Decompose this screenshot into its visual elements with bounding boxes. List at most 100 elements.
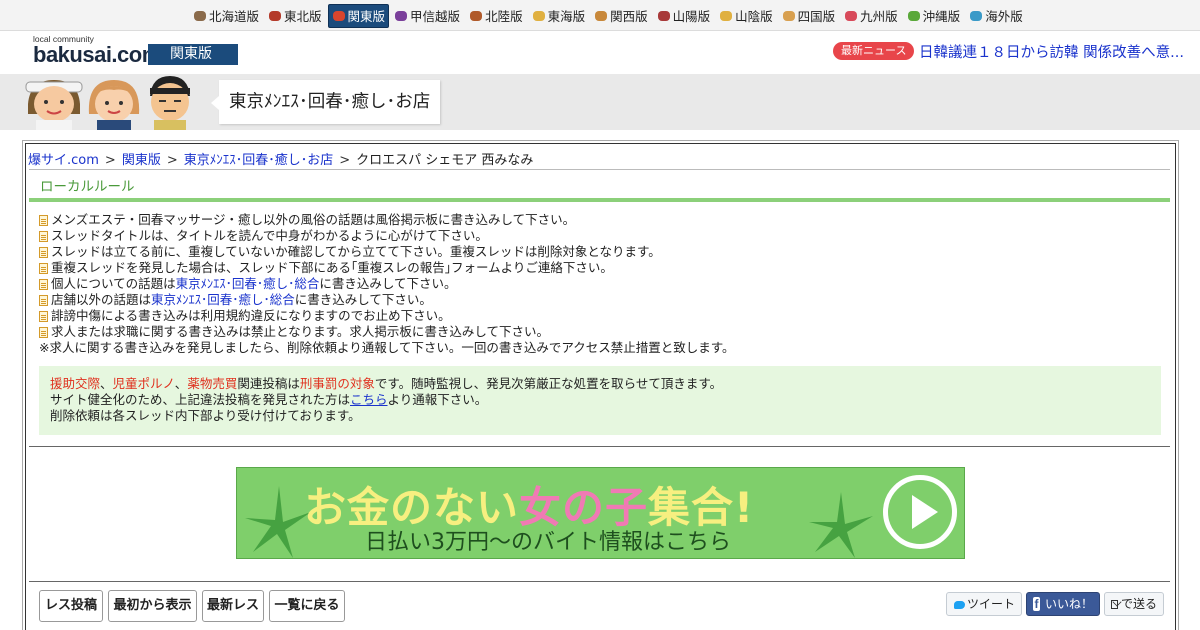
local-rules-list: メンズエステ・回春マッサージ・癒し以外の風俗の話題は風俗掲示板に書き込みして下さ… xyxy=(39,212,734,356)
globe-icon xyxy=(968,8,984,24)
rule-text: 誹謗中傷による書き込みは利用規約違反になりますのでお止め下さい。 xyxy=(51,308,451,323)
notice-keyword: 刑事罰の対象 xyxy=(299,376,375,391)
region-tab-label: 山陽版 xyxy=(672,9,711,24)
divider xyxy=(29,581,1170,582)
post-reply-button[interactable]: レス投稿 xyxy=(39,590,103,622)
region-tab-label: 四国版 xyxy=(797,9,836,24)
breadcrumb-home[interactable]: 爆サイ.com xyxy=(28,153,99,168)
notice-line: 削除依頼は各スレッド内下部より受け付けております。 xyxy=(50,408,361,423)
breadcrumb-separator: > xyxy=(339,153,351,168)
local-rules-title: ローカルルール xyxy=(40,179,135,195)
rule-text: スレッドは立てる前に、重複していないか確認してから立てて下さい。重複スレッドは削… xyxy=(51,244,661,259)
document-icon xyxy=(39,278,48,290)
rule-item: スレッドタイトルは、タイトルを読んで中身がわかるように心がけて下さい。 xyxy=(39,228,734,244)
rule-item: 重複スレッドを発見した場合は、スレッド下部にある｢重複スレの報告｣フォームよりご… xyxy=(39,260,734,276)
rule-board-link[interactable]: 東京ﾒﾝｴｽ･回春･癒し･総合 xyxy=(176,276,320,292)
latest-replies-button[interactable]: 最新レス xyxy=(202,590,264,622)
rule-item: 求人または求職に関する書き込みは禁止となります。求人掲示板に書き込みして下さい。 xyxy=(39,324,734,340)
region-tab[interactable]: 山陰版 xyxy=(716,4,777,28)
report-link[interactable]: こちら xyxy=(350,392,388,407)
facebook-icon: f xyxy=(1033,597,1040,611)
region-tab[interactable]: 関東版 xyxy=(327,3,390,28)
rule-text: 求人または求職に関する書き込みは禁止となります。求人掲示板に書き込みして下さい。 xyxy=(51,324,550,339)
breadcrumb: 爆サイ.com > 関東版 > 東京ﾒﾝｴｽ･回春･癒し･お店 > クロエスパ シェモア 西… xyxy=(28,149,533,168)
notice-text: より通報下さい。 xyxy=(387,392,488,407)
mentaiko-icon xyxy=(843,8,859,24)
rule-text: メンズエステ・回春マッサージ・癒し以外の風俗の話題は風俗掲示板に書き込みして下さ… xyxy=(51,212,576,227)
region-nav: 北海道版 東北版 関東版 甲信越版 北陸版 東海版 関西版 山陽版 山陰版 四国版 九州版 沖縄版 海外… xyxy=(0,0,1200,31)
region-tab-label: 海外版 xyxy=(985,9,1023,24)
document-icon xyxy=(39,294,48,306)
document-icon xyxy=(39,310,48,322)
board-banner: 東京ﾒﾝｴｽ･回春･癒し･お店 xyxy=(0,74,1200,130)
document-icon xyxy=(39,230,48,242)
back-to-list-button[interactable]: 一覧に戻る xyxy=(269,590,345,622)
board-title-bubble: 東京ﾒﾝｴｽ･回春･癒し･お店 xyxy=(210,80,441,124)
ad-banner[interactable]: お金のない女の子集合! 日払い3万円〜のバイト情報はこちら xyxy=(236,467,965,559)
breadcrumb-board[interactable]: 東京ﾒﾝｴｽ･回春･癒し･お店 xyxy=(184,153,334,168)
region-tab-label: 東海版 xyxy=(547,9,586,24)
notice-text: です。随時監視し、発見次第厳正な処置を取らせて頂きます。 xyxy=(374,376,723,391)
rule-item: スレッドは立てる前に、重複していないか確認してから立てて下さい。重複スレッドは削… xyxy=(39,244,734,260)
notice-text: 、 xyxy=(100,376,113,391)
mail-share-button[interactable]: で送る xyxy=(1104,592,1164,616)
rule-text: スレッドタイトルは、タイトルを読んで中身がわかるように心がけて下さい。 xyxy=(51,228,488,243)
region-tab[interactable]: 関西版 xyxy=(591,4,652,28)
region-tab[interactable]: 東海版 xyxy=(529,4,590,28)
notice-text: サイト健全化のため、上記違法投稿を発見された方は xyxy=(50,392,351,407)
region-tab[interactable]: 北海道版 xyxy=(190,4,263,28)
region-list: 北海道版 東北版 関東版 甲信越版 北陸版 東海版 関西版 山陽版 山陰版 四国版 九州版 沖縄版 海外… xyxy=(190,3,1029,28)
mascot-woman-icon xyxy=(83,74,145,130)
mascot-man-icon xyxy=(144,74,196,130)
breadcrumb-separator: > xyxy=(104,153,116,168)
region-tab[interactable]: 甲信越版 xyxy=(391,4,464,28)
grape-icon xyxy=(393,8,409,24)
region-tab-label: 九州版 xyxy=(860,9,898,24)
region-tab[interactable]: 東北版 xyxy=(265,4,326,28)
namahage-icon xyxy=(267,8,283,24)
news-headline-link[interactable]: 日韓議連１８日から訪韓 関係改善へ意... xyxy=(919,41,1184,62)
document-icon xyxy=(39,326,48,338)
region-tab[interactable]: 北陸版 xyxy=(466,4,527,28)
illegal-post-notice: 援助交際、児童ポルノ、薬物売買関連投稿は刑事罰の対象です。随時監視し、発見次第厳… xyxy=(39,366,1161,435)
mascot-girl-icon xyxy=(22,74,86,130)
site-header: local community bakusai.com 関東版 最新ニュース 日… xyxy=(0,31,1200,74)
cow-icon xyxy=(192,8,208,24)
rule-text: に書き込みして下さい。 xyxy=(294,292,432,307)
notice-text: 関連投稿は xyxy=(237,376,300,391)
notice-keyword: 薬物売買 xyxy=(187,376,238,391)
region-tab[interactable]: 四国版 xyxy=(779,4,840,28)
region-tab[interactable]: 山陽版 xyxy=(654,4,715,28)
site-logo[interactable]: bakusai.com xyxy=(33,42,161,68)
region-tab-label: 山陰版 xyxy=(735,9,773,24)
rule-text: に書き込みして下さい。 xyxy=(319,276,457,291)
breadcrumb-edition[interactable]: 関東版 xyxy=(122,153,161,168)
crab-icon xyxy=(718,8,734,24)
rule-item: メンズエステ・回春マッサージ・癒し以外の風俗の話題は風俗掲示板に書き込みして下さ… xyxy=(39,212,734,228)
region-tab-label: 北陸版 xyxy=(485,9,523,24)
region-tab-label: 関東版 xyxy=(347,9,386,24)
rule-board-link[interactable]: 東京ﾒﾝｴｽ･回春･癒し･総合 xyxy=(151,292,295,308)
region-tab[interactable]: 九州版 xyxy=(841,4,902,28)
tweet-button[interactable]: ツイート xyxy=(946,592,1022,616)
document-icon xyxy=(39,246,48,258)
edition-badge[interactable]: 関東版 xyxy=(148,44,238,65)
region-tab[interactable]: 沖縄版 xyxy=(904,4,965,28)
divider xyxy=(29,169,1170,170)
takoyaki-icon xyxy=(593,8,609,24)
news-badge: 最新ニュース xyxy=(833,42,915,60)
facebook-like-button[interactable]: f いいね！ xyxy=(1026,592,1100,616)
rule-note: ※求人に関する書き込みを発見しましたら、削除依頼より通報して下さい。一回の書き込… xyxy=(39,340,734,356)
local-rules-bar xyxy=(29,198,1170,202)
rule-text: 個人についての話題は xyxy=(51,276,176,291)
region-tab[interactable]: 海外版 xyxy=(966,4,1027,28)
shachihoko-icon xyxy=(531,8,547,24)
tweet-label: ツイート xyxy=(966,597,1015,611)
document-icon xyxy=(39,262,48,274)
show-from-start-button[interactable]: 最初から表示 xyxy=(108,590,197,622)
notice-line: サイト健全化のため、上記違法投稿を発見された方はこちらより通報下さい。 xyxy=(50,392,1150,408)
region-tab-label: 東北版 xyxy=(284,9,322,24)
play-icon[interactable] xyxy=(883,475,957,549)
breadcrumb-current-thread: クロエスパ シェモア 西みなみ xyxy=(356,153,534,168)
tokyo-tower-icon xyxy=(331,8,347,24)
